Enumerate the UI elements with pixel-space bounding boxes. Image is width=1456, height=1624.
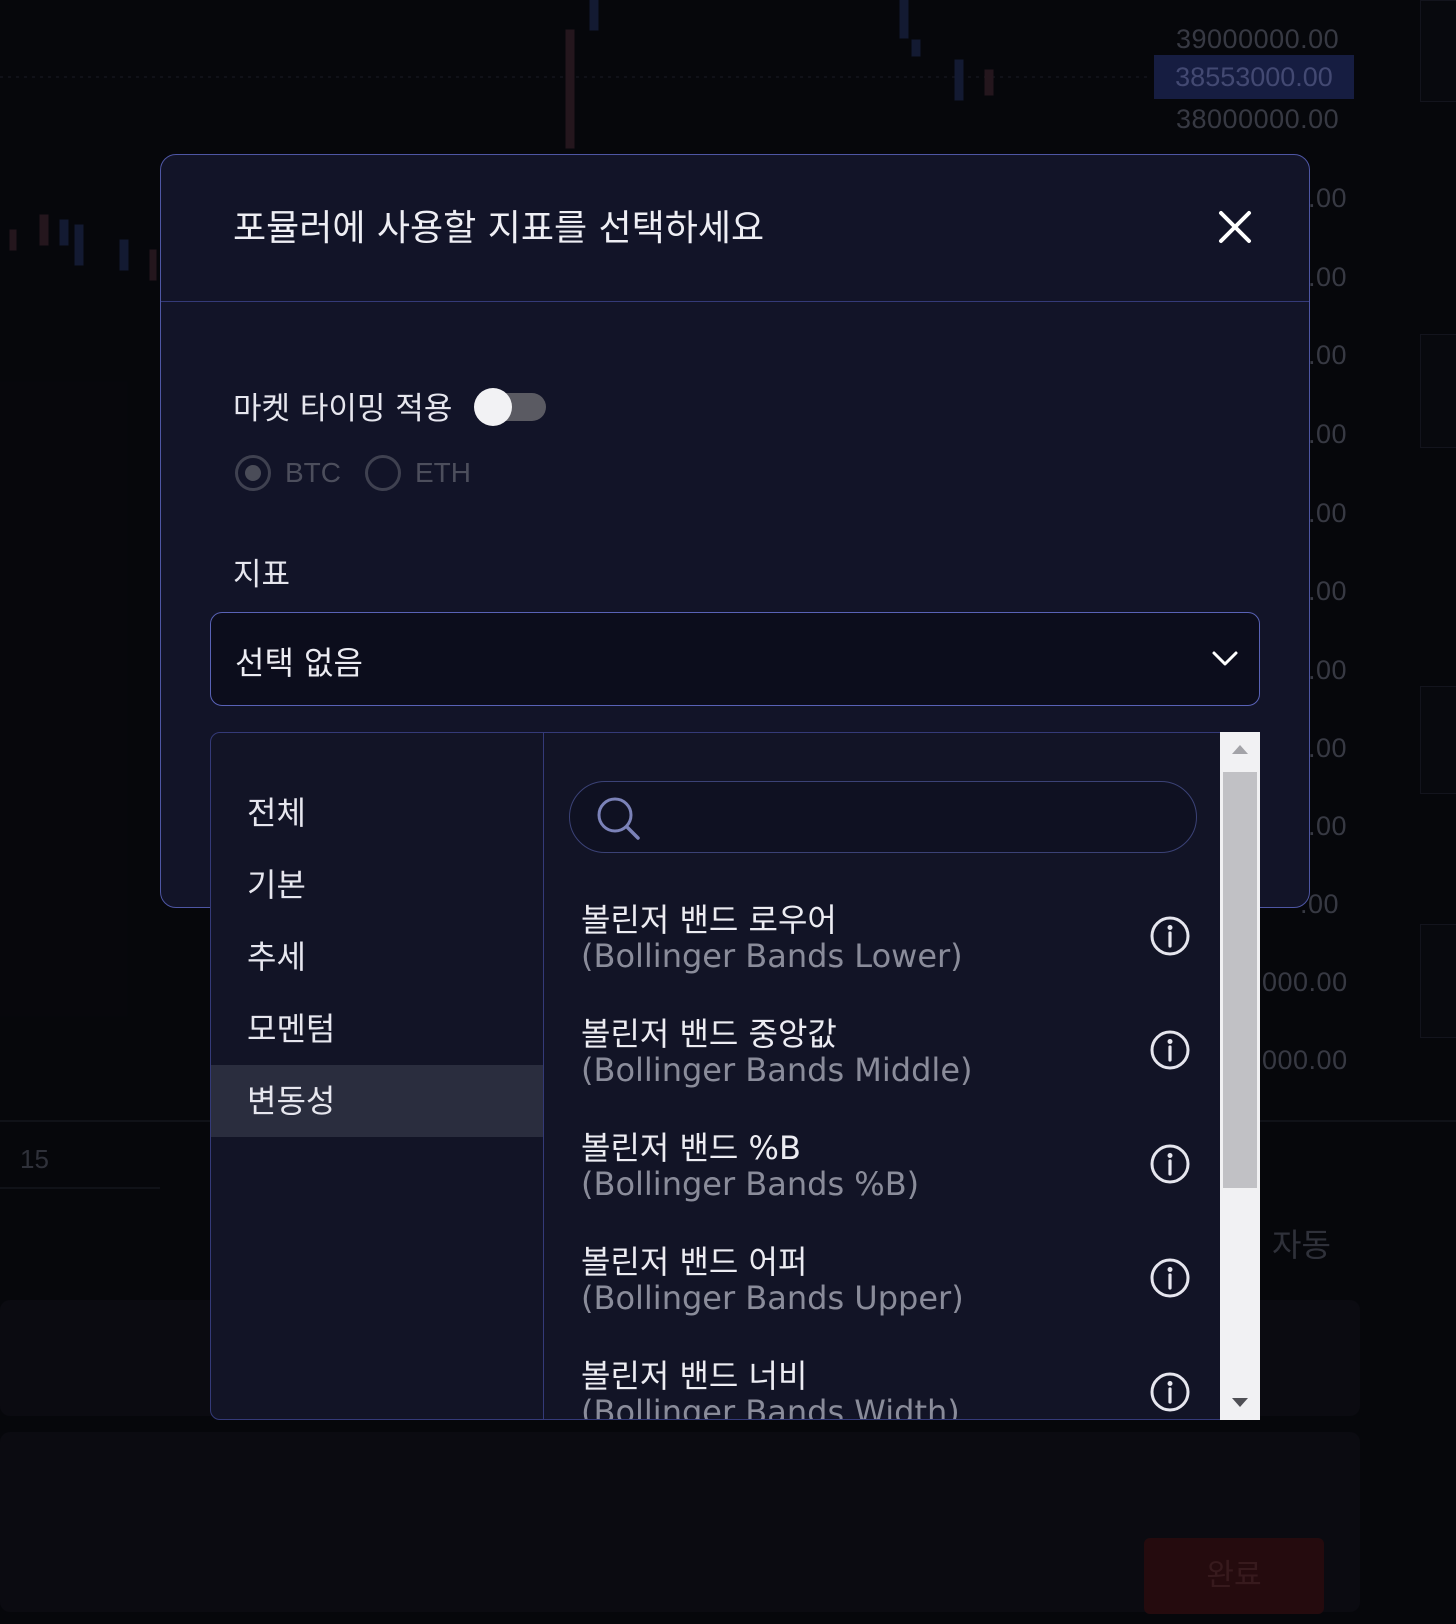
indicator-item[interactable]: 볼린저 밴드 로우어 (Bollinger Bands Lower) (581, 895, 1191, 1005)
scroll-down-arrow-icon[interactable] (1220, 1384, 1260, 1420)
info-icon[interactable] (1149, 1257, 1191, 1299)
info-icon[interactable] (1149, 1371, 1191, 1413)
indicator-english-name: (Bollinger Bands %B) (581, 1165, 920, 1203)
indicator-name: 볼린저 밴드 중앙값 (581, 1015, 837, 1053)
radio-btc[interactable]: BTC (235, 455, 341, 491)
chevron-down-icon (1212, 651, 1238, 666)
info-icon[interactable] (1149, 1143, 1191, 1185)
indicator-english-name: (Bollinger Bands Lower) (581, 937, 963, 975)
close-icon[interactable] (1213, 205, 1257, 249)
category-trend[interactable]: 추세 (211, 921, 543, 993)
info-icon[interactable] (1149, 1029, 1191, 1071)
indicator-list: 볼린저 밴드 로우어 (Bollinger Bands Lower) 볼린저 밴… (545, 733, 1227, 1419)
market-timing-toggle[interactable] (474, 387, 547, 426)
category-volatility[interactable]: 변동성 (211, 1065, 543, 1137)
indicator-name: 볼린저 밴드 로우어 (581, 901, 837, 939)
select-value: 선택 없음 (235, 644, 363, 682)
indicator-item[interactable]: 볼린저 밴드 어퍼 (Bollinger Bands Upper) (581, 1237, 1191, 1347)
radio-circle (365, 455, 401, 491)
radio-eth[interactable]: ETH (365, 455, 471, 491)
search-box (569, 781, 1197, 854)
category-all[interactable]: 전체 (211, 777, 543, 849)
toggle-knob (474, 387, 513, 426)
modal-header: 포뮬러에 사용할 지표를 선택하세요 (161, 155, 1309, 302)
indicator-name: 볼린저 밴드 너비 (581, 1357, 808, 1395)
indicator-item[interactable]: 볼린저 밴드 너비 (Bollinger Bands Width) (581, 1351, 1191, 1420)
category-momentum[interactable]: 모멘텀 (211, 993, 543, 1065)
market-timing-row: 마켓 타이밍 적용 (233, 383, 547, 428)
modal-title: 포뮬러에 사용할 지표를 선택하세요 (233, 208, 765, 249)
radio-label: BTC (285, 457, 341, 488)
indicator-dropdown: 전체 기본 추세 모멘텀 변동성 볼린저 밴드 로우어 (Bollinger B… (210, 732, 1260, 1420)
market-timing-label: 마켓 타이밍 적용 (233, 391, 453, 427)
category-list: 전체 기본 추세 모멘텀 변동성 (211, 733, 544, 1419)
dropdown-scrollbar[interactable] (1220, 732, 1260, 1420)
info-icon[interactable] (1149, 915, 1191, 957)
indicator-english-name: (Bollinger Bands Width) (581, 1393, 960, 1420)
asset-radio-group: BTC ETH (235, 455, 495, 491)
search-input[interactable] (650, 782, 1174, 854)
radio-circle-checked (235, 455, 271, 491)
indicator-item[interactable]: 볼린저 밴드 중앙값 (Bollinger Bands Middle) (581, 1009, 1191, 1119)
indicator-item[interactable]: 볼린저 밴드 %B (Bollinger Bands %B) (581, 1123, 1191, 1233)
indicator-field-label: 지표 (233, 557, 291, 593)
indicator-english-name: (Bollinger Bands Middle) (581, 1051, 973, 1089)
search-icon (597, 797, 640, 840)
indicator-english-name: (Bollinger Bands Upper) (581, 1279, 964, 1317)
category-basic[interactable]: 기본 (211, 849, 543, 921)
scroll-up-arrow-icon[interactable] (1220, 732, 1260, 768)
indicator-select[interactable]: 선택 없음 (210, 612, 1260, 706)
scrollbar-thumb[interactable] (1223, 772, 1257, 1188)
indicator-name: 볼린저 밴드 어퍼 (581, 1243, 808, 1281)
indicator-name: 볼린저 밴드 %B (581, 1129, 801, 1167)
radio-label: ETH (415, 457, 471, 488)
